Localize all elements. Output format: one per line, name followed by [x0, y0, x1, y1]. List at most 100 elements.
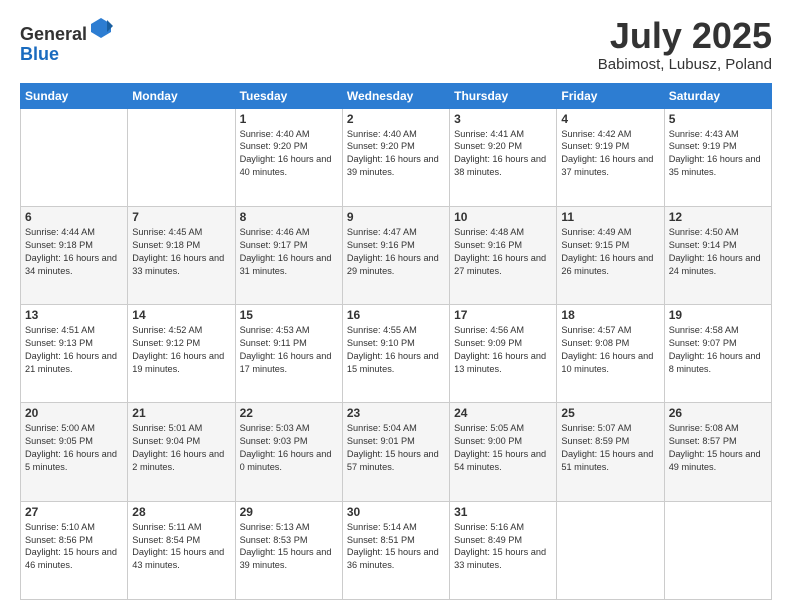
day-number: 30	[347, 505, 445, 519]
day-info: Sunrise: 5:08 AM Sunset: 8:57 PM Dayligh…	[669, 422, 767, 474]
table-row: 14 Sunrise: 4:52 AM Sunset: 9:12 PM Dayli…	[128, 305, 235, 403]
day-info: Sunrise: 4:40 AM Sunset: 9:20 PM Dayligh…	[347, 128, 445, 180]
day-info: Sunrise: 5:03 AM Sunset: 9:03 PM Dayligh…	[240, 422, 338, 474]
table-row: 23Sunrise: 5:04 AM Sunset: 9:01 PM Dayli…	[342, 403, 449, 501]
table-row: 25 Sunrise: 5:07 AM Sunset: 8:59 PM Dayli…	[557, 403, 664, 501]
logo-icon	[89, 16, 113, 40]
day-info: Sunrise: 5:01 AM Sunset: 9:04 PM Dayligh…	[132, 422, 230, 474]
table-row: 1 Sunrise: 4:40 AM Sunset: 9:20 PM Daylig…	[235, 108, 342, 206]
calendar-table: Sunday Monday Tuesday Wednesday Thursday…	[20, 83, 772, 600]
calendar-week-row: 1 Sunrise: 4:40 AM Sunset: 9:20 PM Daylig…	[21, 108, 772, 206]
day-number: 14	[132, 308, 230, 322]
day-info: Sunrise: 4:46 AM Sunset: 9:17 PM Dayligh…	[240, 226, 338, 278]
table-row: 16 Sunrise: 4:55 AM Sunset: 9:10 PM Dayli…	[342, 305, 449, 403]
logo-text: General Blue	[20, 16, 113, 65]
table-row: 31 Sunrise: 5:16 AM Sunset: 8:49 PM Dayli…	[450, 501, 557, 599]
day-info: Sunrise: 5:16 AM Sunset: 8:49 PM Dayligh…	[454, 521, 552, 573]
col-sunday: Sunday	[21, 83, 128, 108]
table-row: 30 Sunrise: 5:14 AM Sunset: 8:51 PM Dayli…	[342, 501, 449, 599]
table-row: 11 Sunrise: 4:49 AM Sunset: 9:15 PM Dayli…	[557, 206, 664, 304]
day-number: 25	[561, 406, 659, 420]
day-number: 4	[561, 112, 659, 126]
table-row	[557, 501, 664, 599]
table-row: 20Sunrise: 5:00 AM Sunset: 9:05 PM Dayli…	[21, 403, 128, 501]
day-number: 27	[25, 505, 123, 519]
day-info: Sunrise: 4:53 AM Sunset: 9:11 PM Dayligh…	[240, 324, 338, 376]
day-info: Sunrise: 4:49 AM Sunset: 9:15 PM Dayligh…	[561, 226, 659, 278]
day-info: Sunrise: 4:57 AM Sunset: 9:08 PM Dayligh…	[561, 324, 659, 376]
col-saturday: Saturday	[664, 83, 771, 108]
day-info: Sunrise: 5:11 AM Sunset: 8:54 PM Dayligh…	[132, 521, 230, 573]
logo: General Blue	[20, 16, 113, 65]
day-number: 24	[454, 406, 552, 420]
day-number: 7	[132, 210, 230, 224]
day-number: 1	[240, 112, 338, 126]
day-info: Sunrise: 4:40 AM Sunset: 9:20 PM Dayligh…	[240, 128, 338, 180]
calendar-week-row: 20Sunrise: 5:00 AM Sunset: 9:05 PM Dayli…	[21, 403, 772, 501]
table-row: 7 Sunrise: 4:45 AM Sunset: 9:18 PM Daylig…	[128, 206, 235, 304]
calendar-week-row: 6 Sunrise: 4:44 AM Sunset: 9:18 PM Daylig…	[21, 206, 772, 304]
day-info: Sunrise: 4:44 AM Sunset: 9:18 PM Dayligh…	[25, 226, 123, 278]
day-info: Sunrise: 4:47 AM Sunset: 9:16 PM Dayligh…	[347, 226, 445, 278]
day-number: 8	[240, 210, 338, 224]
day-number: 16	[347, 308, 445, 322]
day-number: 21	[132, 406, 230, 420]
col-thursday: Thursday	[450, 83, 557, 108]
day-info: Sunrise: 5:14 AM Sunset: 8:51 PM Dayligh…	[347, 521, 445, 573]
logo-general: General	[20, 24, 87, 44]
table-row: 8 Sunrise: 4:46 AM Sunset: 9:17 PM Daylig…	[235, 206, 342, 304]
table-row: 3Sunrise: 4:41 AM Sunset: 9:20 PM Daylig…	[450, 108, 557, 206]
day-info: Sunrise: 4:58 AM Sunset: 9:07 PM Dayligh…	[669, 324, 767, 376]
table-row: 19Sunrise: 4:58 AM Sunset: 9:07 PM Dayli…	[664, 305, 771, 403]
table-row: 17Sunrise: 4:56 AM Sunset: 9:09 PM Dayli…	[450, 305, 557, 403]
day-info: Sunrise: 4:48 AM Sunset: 9:16 PM Dayligh…	[454, 226, 552, 278]
day-info: Sunrise: 4:52 AM Sunset: 9:12 PM Dayligh…	[132, 324, 230, 376]
day-info: Sunrise: 5:13 AM Sunset: 8:53 PM Dayligh…	[240, 521, 338, 573]
table-row: 2 Sunrise: 4:40 AM Sunset: 9:20 PM Daylig…	[342, 108, 449, 206]
day-number: 28	[132, 505, 230, 519]
location-subtitle: Babimost, Lubusz, Poland	[598, 56, 772, 73]
day-info: Sunrise: 4:55 AM Sunset: 9:10 PM Dayligh…	[347, 324, 445, 376]
day-number: 13	[25, 308, 123, 322]
day-info: Sunrise: 4:45 AM Sunset: 9:18 PM Dayligh…	[132, 226, 230, 278]
day-number: 23	[347, 406, 445, 420]
day-number: 31	[454, 505, 552, 519]
day-info: Sunrise: 4:51 AM Sunset: 9:13 PM Dayligh…	[25, 324, 123, 376]
table-row: 21 Sunrise: 5:01 AM Sunset: 9:04 PM Dayli…	[128, 403, 235, 501]
table-row	[128, 108, 235, 206]
col-tuesday: Tuesday	[235, 83, 342, 108]
page: General Blue July 2025 Babimost, Lubusz,…	[0, 0, 792, 612]
col-wednesday: Wednesday	[342, 83, 449, 108]
day-number: 20	[25, 406, 123, 420]
day-number: 18	[561, 308, 659, 322]
day-number: 22	[240, 406, 338, 420]
col-monday: Monday	[128, 83, 235, 108]
day-number: 11	[561, 210, 659, 224]
table-row	[664, 501, 771, 599]
day-number: 5	[669, 112, 767, 126]
table-row: 4 Sunrise: 4:42 AM Sunset: 9:19 PM Daylig…	[557, 108, 664, 206]
day-number: 9	[347, 210, 445, 224]
table-row: 10 Sunrise: 4:48 AM Sunset: 9:16 PM Dayli…	[450, 206, 557, 304]
logo-blue: Blue	[20, 44, 59, 64]
table-row	[21, 108, 128, 206]
month-title: July 2025	[598, 16, 772, 56]
day-info: Sunrise: 4:42 AM Sunset: 9:19 PM Dayligh…	[561, 128, 659, 180]
day-info: Sunrise: 4:56 AM Sunset: 9:09 PM Dayligh…	[454, 324, 552, 376]
table-row: 24 Sunrise: 5:05 AM Sunset: 9:00 PM Dayli…	[450, 403, 557, 501]
table-row: 29Sunrise: 5:13 AM Sunset: 8:53 PM Dayli…	[235, 501, 342, 599]
day-number: 2	[347, 112, 445, 126]
day-info: Sunrise: 4:43 AM Sunset: 9:19 PM Dayligh…	[669, 128, 767, 180]
table-row: 27 Sunrise: 5:10 AM Sunset: 8:56 PM Dayli…	[21, 501, 128, 599]
table-row: 12Sunrise: 4:50 AM Sunset: 9:14 PM Dayli…	[664, 206, 771, 304]
day-number: 6	[25, 210, 123, 224]
table-row: 22 Sunrise: 5:03 AM Sunset: 9:03 PM Dayli…	[235, 403, 342, 501]
table-row: 18 Sunrise: 4:57 AM Sunset: 9:08 PM Dayli…	[557, 305, 664, 403]
title-block: July 2025 Babimost, Lubusz, Poland	[598, 16, 772, 73]
day-info: Sunrise: 5:10 AM Sunset: 8:56 PM Dayligh…	[25, 521, 123, 573]
day-info: Sunrise: 5:07 AM Sunset: 8:59 PM Dayligh…	[561, 422, 659, 474]
day-info: Sunrise: 5:05 AM Sunset: 9:00 PM Dayligh…	[454, 422, 552, 474]
day-info: Sunrise: 4:41 AM Sunset: 9:20 PM Dayligh…	[454, 128, 552, 180]
day-number: 26	[669, 406, 767, 420]
day-number: 10	[454, 210, 552, 224]
